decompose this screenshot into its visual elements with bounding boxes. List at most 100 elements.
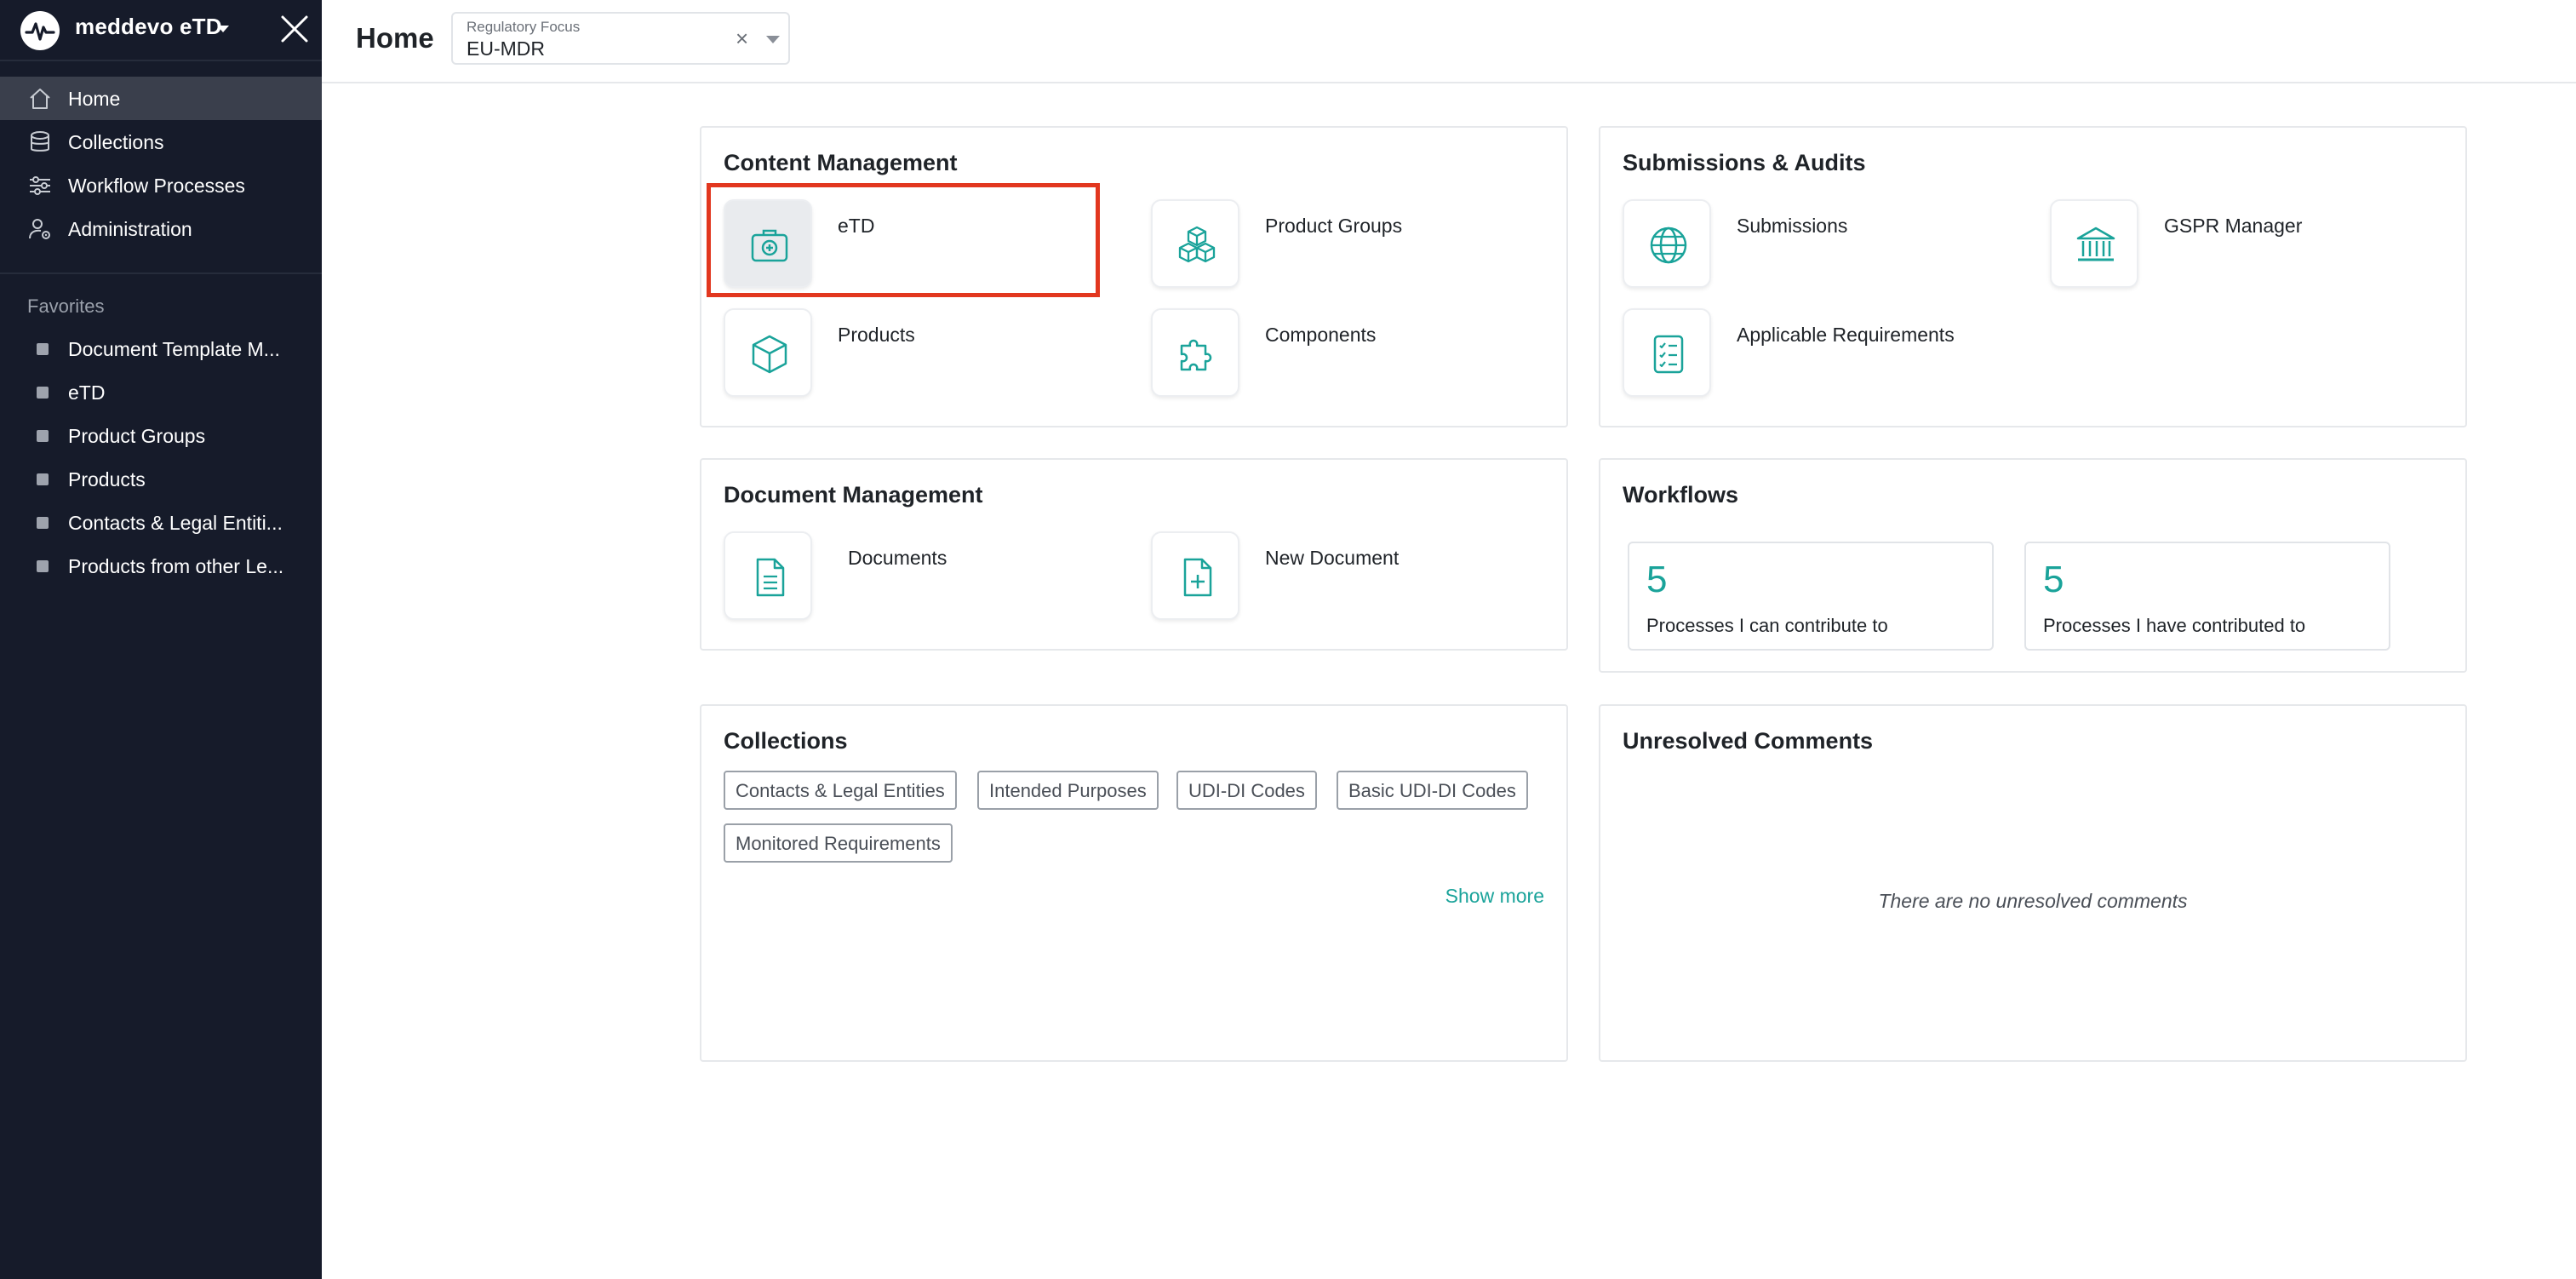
card-title: Collections [724,728,848,754]
tile-label: Components [1265,324,1377,346]
collection-tag[interactable]: UDI-DI Codes [1176,771,1317,810]
database-icon [31,131,49,152]
main-nav: Home Collections Workflow Processes Admi… [0,77,322,250]
workflow-icon [30,176,50,195]
card-title: Content Management [724,150,958,175]
puzzle-icon [1180,339,1212,371]
stat-can-contribute[interactable]: 5 Processes I can contribute to [1628,542,1994,651]
favorite-label: Document Template M... [68,338,280,360]
workflows-card: Workflows 5 Processes I can contribute t… [1599,458,2467,673]
favorite-label: Products from other Le... [68,555,284,577]
top-header: Home Regulatory Focus EU-MDR × [322,0,2576,83]
bullet-icon [37,473,49,485]
checklist-icon [1653,335,1684,374]
tile-label: New Document [1265,547,1400,569]
collection-tag[interactable]: Basic UDI-DI Codes [1337,771,1528,810]
show-more-link[interactable]: Show more [1445,885,1544,908]
stat-value: 5 [2043,559,2064,600]
collections-card: Collections Contacts & Legal Entities In… [700,704,1568,1062]
favorite-label: Contacts & Legal Entiti... [68,512,283,534]
collection-tag[interactable]: Monitored Requirements [724,823,953,863]
clear-icon[interactable]: × [736,27,748,49]
favorites-heading: Favorites [27,295,105,317]
nav-item-collections[interactable]: Collections [0,120,322,163]
tile-icon-box [1151,308,1239,397]
tile-label: Product Groups [1265,215,1403,237]
nav-label: Workflow Processes [68,175,245,197]
nav-label: Home [68,88,121,110]
empty-state-text: There are no unresolved comments [1878,890,2188,912]
tile-new-document[interactable]: New Document [1151,531,1560,625]
submissions-audits-card: Submissions & Audits Submissions GSPR Ma… [1599,126,2467,427]
tile-applicable-requirements[interactable]: Applicable Requirements [1623,308,2031,402]
tile-label: Applicable Requirements [1737,324,1955,346]
tile-components[interactable]: Components [1151,308,1560,402]
cubes-icon [1178,226,1216,263]
sidebar-divider [0,272,322,274]
globe-icon [1650,227,1687,264]
card-title: Workflows [1623,482,1739,508]
favorite-item[interactable]: eTD [0,371,322,415]
favorite-item[interactable]: Products from other Le... [0,545,322,588]
nav-item-administration[interactable]: Administration [0,207,322,250]
card-title: Unresolved Comments [1623,728,1874,754]
bank-icon [2076,227,2115,261]
stat-label: Processes I have contributed to [2043,615,2306,636]
close-icon [281,15,308,43]
regulatory-focus-select[interactable]: Regulatory Focus EU-MDR × [451,12,790,65]
favorites-list: Document Template M... eTD Product Group… [0,328,322,588]
page-title: Home [356,22,434,54]
box-icon [752,335,787,374]
tile-label: Documents [848,547,947,569]
card-title: Submissions & Audits [1623,150,1866,175]
user-gear-icon [29,219,50,239]
document-management-card: Document Management Documents New Docume… [700,458,1568,651]
tile-icon-box [724,308,812,397]
favorite-item[interactable]: Product Groups [0,415,322,458]
tile-icon-box [724,199,812,288]
content-management-card: Content Management eTD Product Groups Pr… [700,126,1568,427]
nav-label: Collections [68,131,164,153]
bullet-icon [37,430,49,442]
favorite-item[interactable]: Contacts & Legal Entiti... [0,502,322,545]
nav-label: Administration [68,218,192,240]
tile-products[interactable]: Products [724,308,1132,402]
close-sidebar-button[interactable] [279,14,310,44]
tile-submissions[interactable]: Submissions [1623,199,2031,293]
card-title: Document Management [724,482,983,508]
tile-label: Products [838,324,915,346]
regulatory-focus-value: EU-MDR [467,37,545,60]
collection-tag[interactable]: Intended Purposes [977,771,1159,810]
tile-documents[interactable]: Documents [724,531,1132,625]
tile-icon-box [1623,199,1711,288]
chevron-down-icon[interactable] [766,36,780,43]
new-document-icon [1183,558,1212,597]
tile-product-groups[interactable]: Product Groups [1151,199,1560,293]
bullet-icon [37,387,49,399]
chevron-down-icon[interactable] [217,26,229,32]
tile-etd[interactable]: eTD [724,199,1132,293]
stat-have-contributed[interactable]: 5 Processes I have contributed to [2024,542,2390,651]
nav-item-workflow-processes[interactable]: Workflow Processes [0,163,322,207]
stat-label: Processes I can contribute to [1646,615,1888,636]
unresolved-comments-card: Unresolved Comments There are no unresol… [1599,704,2467,1062]
stat-value: 5 [1646,559,1668,600]
app-brand[interactable]: meddevo eTD [0,0,322,61]
tile-gspr-manager[interactable]: GSPR Manager [2050,199,2459,293]
tile-icon-box [1623,308,1711,397]
tile-label: eTD [838,215,875,237]
tile-icon-box [724,531,812,620]
medical-kit-icon [751,229,788,262]
tile-icon-box [1151,531,1239,620]
tile-label: Submissions [1737,215,1848,237]
tile-icon-box [1151,199,1239,288]
meddevo-logo-icon [20,11,60,50]
document-icon [756,558,785,597]
nav-item-home[interactable]: Home [0,77,322,120]
favorite-item[interactable]: Document Template M... [0,328,322,371]
regulatory-focus-label: Regulatory Focus [467,19,581,35]
sidebar: meddevo eTD Home Collections Workflow Pr… [0,0,322,1279]
favorite-item[interactable]: Products [0,458,322,502]
collection-tag[interactable]: Contacts & Legal Entities [724,771,957,810]
bullet-icon [37,343,49,355]
